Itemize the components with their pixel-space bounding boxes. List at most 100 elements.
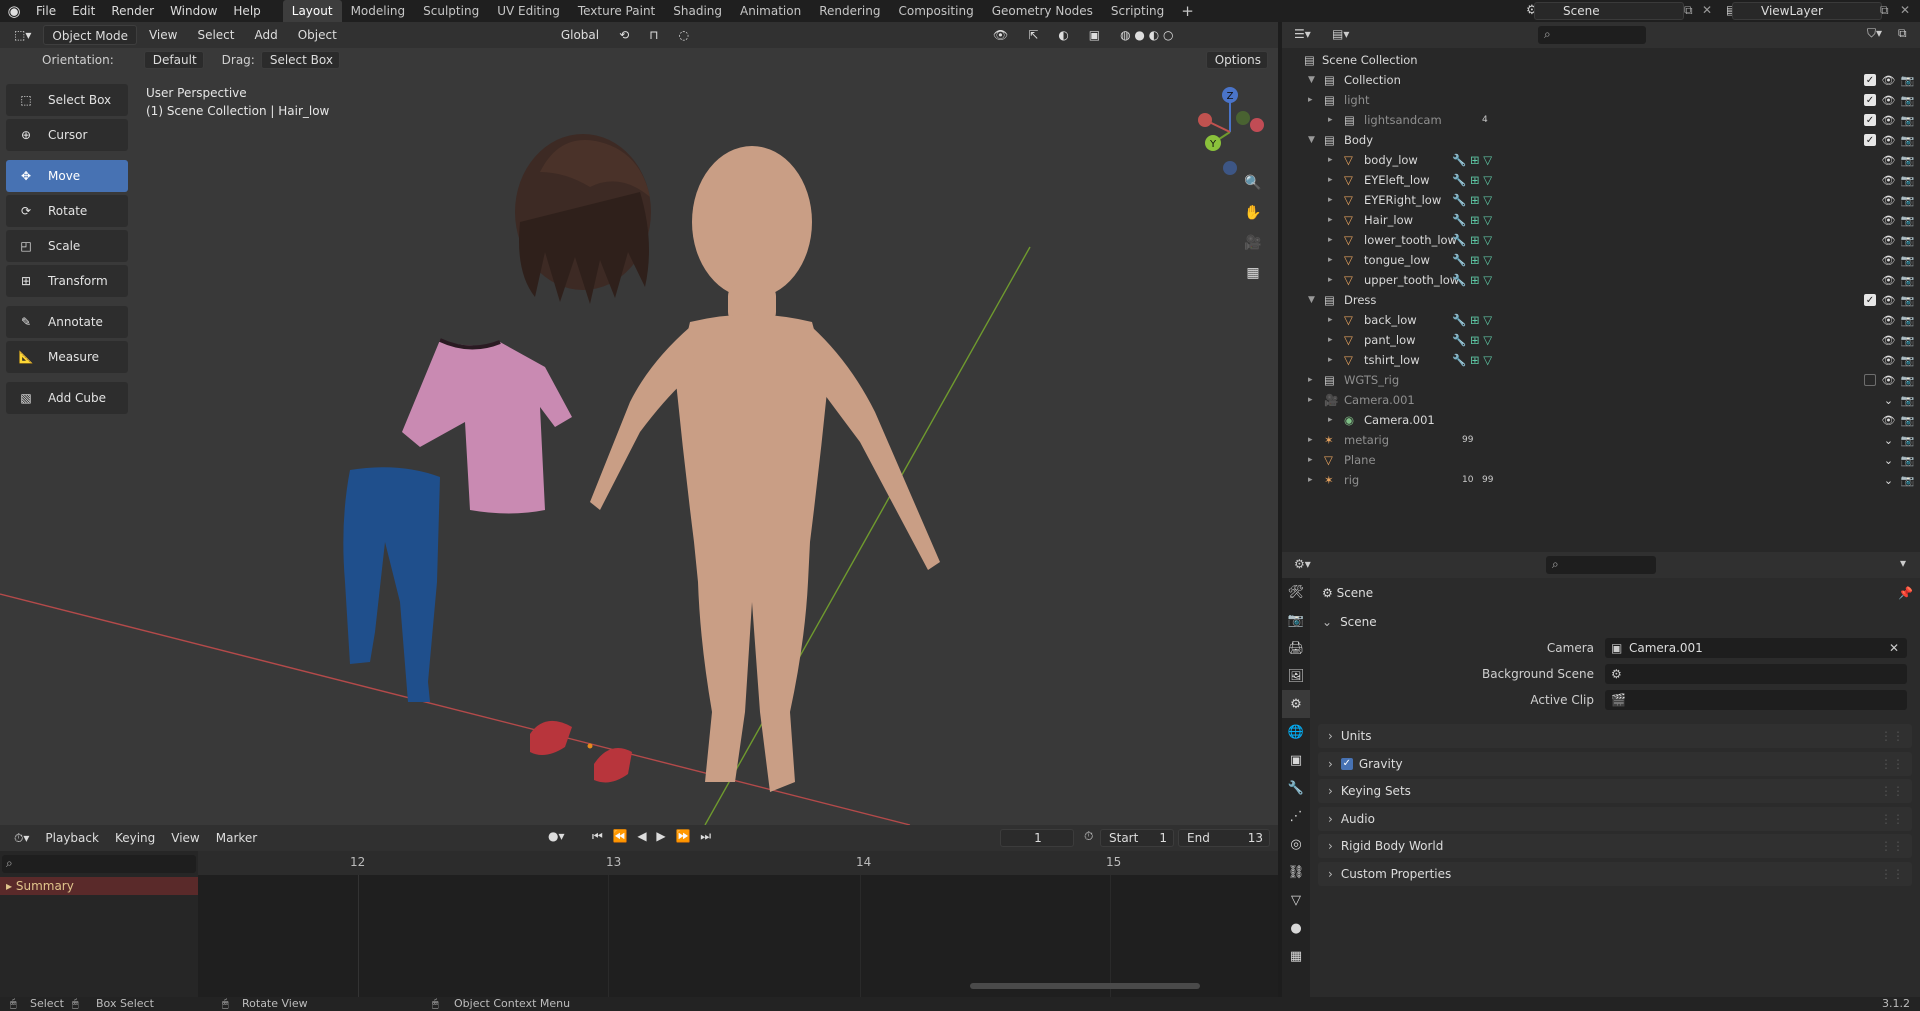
display-mode-icon[interactable]: ▤▾	[1332, 27, 1349, 41]
expand-arrow-icon[interactable]: ▸	[1328, 415, 1333, 425]
tool-add-cube[interactable]: ▧ Add Cube	[6, 382, 128, 414]
auto-keying-icon[interactable]: ●▾	[548, 829, 565, 843]
preview-range-icon[interactable]: ⏱	[1084, 829, 1093, 844]
view-layer-tab-icon[interactable]: 🖼	[1282, 662, 1310, 690]
modifier-data-icons[interactable]: 🔧 ⊞ ▽	[1452, 173, 1492, 187]
modifier-data-icons[interactable]: 🔧 ⊞ ▽	[1452, 313, 1492, 327]
menu-render[interactable]: Render	[103, 0, 162, 22]
outliner-root[interactable]: ▤ Scene Collection	[1282, 50, 1920, 70]
expand-arrow-icon[interactable]: ▸	[1308, 435, 1313, 445]
tool-move[interactable]: ✥ Move	[6, 160, 128, 192]
render-camera-icon[interactable]: 📷	[1901, 174, 1915, 187]
outliner-row[interactable]: ▸ ▤ WGTS_rig 👁 📷	[1282, 370, 1920, 390]
properties-section[interactable]: › Keying Sets ⋮⋮	[1318, 779, 1912, 803]
menu-window[interactable]: Window	[162, 0, 225, 22]
render-camera-icon[interactable]: 📷	[1901, 74, 1915, 87]
workspace-tab-geometry-nodes[interactable]: Geometry Nodes	[983, 0, 1102, 22]
keying-menu[interactable]: Keying	[107, 828, 163, 848]
end-frame-field[interactable]: End 13	[1178, 829, 1270, 847]
constraints-tab-icon[interactable]: ⛓	[1282, 858, 1310, 886]
clear-camera-icon[interactable]: ✕	[1889, 638, 1899, 658]
editor-type-icon[interactable]: ⬚▾	[6, 25, 39, 45]
select-menu[interactable]: Select	[189, 25, 242, 45]
outliner-row[interactable]: ▸ ▽ body_low 🔧 ⊞ ▽ 👁 📷	[1282, 150, 1920, 170]
object-tab-icon[interactable]: ▣	[1282, 746, 1310, 774]
drag-dropdown[interactable]: Select Box	[260, 51, 340, 69]
transform-orientation-dropdown[interactable]: Global	[553, 25, 607, 45]
render-camera-icon[interactable]: 📷	[1901, 214, 1915, 227]
visibility-icon[interactable]: 👁	[985, 25, 1016, 45]
expand-arrow-icon[interactable]: ▸	[1328, 195, 1333, 205]
visibility-eye-icon[interactable]: 👁	[1882, 374, 1896, 387]
scene-panel-header[interactable]: ⌄ Scene	[1322, 610, 1912, 634]
view-layer-field[interactable]: ViewLayer	[1732, 2, 1882, 20]
outliner-row[interactable]: ▸ ▽ tongue_low 🔧 ⊞ ▽ 👁 📷	[1282, 250, 1920, 270]
outliner-row[interactable]: ▼ ▤ Collection ✓ 👁 📷	[1282, 70, 1920, 90]
visibility-eye-icon[interactable]: 👁	[1882, 314, 1896, 327]
visibility-eye-icon[interactable]: ⌄	[1882, 434, 1895, 447]
tool-annotate[interactable]: ✎ Annotate	[6, 306, 128, 338]
menu-edit[interactable]: Edit	[64, 0, 103, 22]
visibility-eye-icon[interactable]: 👁	[1882, 134, 1896, 147]
particles-tab-icon[interactable]: ⋰	[1282, 802, 1310, 830]
render-camera-icon[interactable]: 📷	[1901, 434, 1915, 447]
expand-arrow-icon[interactable]: ▸	[1308, 375, 1313, 385]
outliner-search-input[interactable]: ⌕	[1538, 26, 1646, 44]
gizmo-neg-x-axis[interactable]	[1250, 118, 1264, 132]
view-menu-timeline[interactable]: View	[163, 828, 207, 848]
exclude-checkbox[interactable]: ✓	[1864, 294, 1876, 306]
workspace-tab-animation[interactable]: Animation	[731, 0, 810, 22]
outliner-row[interactable]: ▸ ▽ lower_tooth_low 🔧 ⊞ ▽ 👁 📷	[1282, 230, 1920, 250]
scene-tab-icon[interactable]: ⚙	[1282, 690, 1310, 718]
shading-modes-icon[interactable]: ◍ ● ◐ ○	[1112, 25, 1181, 45]
modifier-data-icons[interactable]: 🔧 ⊞ ▽	[1452, 253, 1492, 267]
expand-arrow-icon[interactable]: ▸	[1328, 215, 1333, 225]
expand-arrow-icon[interactable]: ▸	[1328, 255, 1333, 265]
tool-measure[interactable]: 📐 Measure	[6, 341, 128, 373]
active-clip-field[interactable]: 🎬	[1605, 690, 1907, 710]
visibility-eye-icon[interactable]: 👁	[1882, 354, 1896, 367]
menu-help[interactable]: Help	[225, 0, 268, 22]
render-camera-icon[interactable]: 📷	[1901, 154, 1915, 167]
render-camera-icon[interactable]: 📷	[1901, 334, 1915, 347]
modifier-data-icons[interactable]: 🔧 ⊞ ▽	[1452, 333, 1492, 347]
gizmo-neg-y-axis[interactable]	[1236, 111, 1250, 125]
outliner-editor-icon[interactable]: ☰▾	[1294, 27, 1311, 41]
pan-hand-icon[interactable]: ✋	[1240, 200, 1266, 226]
drag-handle-icon[interactable]: ⋮⋮	[1880, 839, 1904, 853]
data-tab-icon[interactable]: ▽	[1282, 886, 1310, 914]
gizmo-neg-z-axis[interactable]	[1223, 161, 1237, 175]
physics-tab-icon[interactable]: ◎	[1282, 830, 1310, 858]
render-camera-icon[interactable]: 📷	[1901, 394, 1915, 407]
outliner-row[interactable]: ▸ ▽ back_low 🔧 ⊞ ▽ 👁 📷	[1282, 310, 1920, 330]
expand-arrow-icon[interactable]: ▼	[1308, 75, 1315, 85]
outliner-row[interactable]: ▸ ▤ lightsandcam 4 ✓ 👁 📷	[1282, 110, 1920, 130]
camera-field[interactable]: ▣ Camera.001 ✕	[1605, 638, 1907, 658]
visibility-eye-icon[interactable]: 👁	[1882, 294, 1896, 307]
object-menu[interactable]: Object	[290, 25, 345, 45]
exclude-checkbox[interactable]: ✓	[1864, 114, 1876, 126]
render-camera-icon[interactable]: 📷	[1901, 114, 1915, 127]
outliner-row[interactable]: ▸ 🎥 Camera.001 ⌄ 📷	[1282, 390, 1920, 410]
modifier-data-icons[interactable]: 🔧 ⊞ ▽	[1452, 233, 1492, 247]
expand-arrow-icon[interactable]: ▸	[1328, 355, 1333, 365]
visibility-eye-icon[interactable]: 👁	[1882, 114, 1896, 127]
filter-icon[interactable]: ⛉▾	[1867, 26, 1882, 41]
pivot-point-icon[interactable]: ⟲	[611, 25, 637, 45]
visibility-eye-icon[interactable]: ⌄	[1882, 454, 1895, 467]
modifier-data-icons[interactable]: 🔧 ⊞ ▽	[1452, 153, 1492, 167]
timeline-keyframe-area[interactable]	[198, 875, 1278, 997]
snap-icon[interactable]: ⊓	[641, 25, 666, 45]
material-tab-icon[interactable]: ●	[1282, 914, 1310, 942]
expand-arrow-icon[interactable]: ▸	[1308, 475, 1313, 485]
expand-arrow-icon[interactable]: ▸	[1328, 235, 1333, 245]
gizmo-toggle-icon[interactable]: ⇱	[1020, 25, 1046, 45]
viewport-scene[interactable]	[0, 22, 1278, 825]
tool-scale[interactable]: ◰ Scale	[6, 230, 128, 262]
workspace-tab-modeling[interactable]: Modeling	[342, 0, 415, 22]
pin-icon[interactable]: 📌	[1898, 586, 1913, 600]
summary-channel[interactable]: ▸ Summary	[0, 877, 198, 895]
properties-section[interactable]: › Custom Properties ⋮⋮	[1318, 861, 1912, 886]
gravity-checkbox[interactable]: ✓	[1340, 757, 1353, 770]
visibility-eye-icon[interactable]: 👁	[1882, 94, 1896, 107]
